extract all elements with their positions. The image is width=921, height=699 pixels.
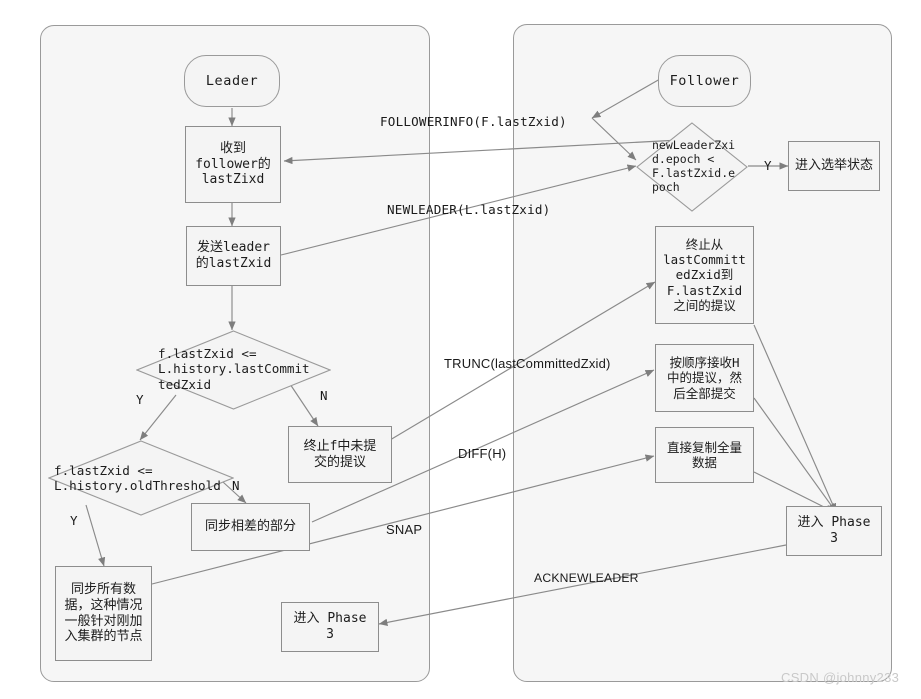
branch-label-leader-d2-no: N xyxy=(232,478,240,493)
edge-label-acknewleader: ACKNEWLEADER xyxy=(534,571,639,585)
node-enter-election-state[interactable]: 进入选举状态 xyxy=(788,141,880,191)
edge-label-diff: DIFF(H) xyxy=(458,446,507,461)
node-receive-h-commit-all[interactable]: 按顺序接收H 中的提议，然 后全部提交 xyxy=(655,344,754,412)
edge-label-snap: SNAP xyxy=(386,522,423,537)
branch-label-leader-d1-yes: Y xyxy=(136,392,144,407)
node-send-leader-zxid[interactable]: 发送leader 的lastZxid xyxy=(186,226,281,286)
node-sync-difference[interactable]: 同步相差的部分 xyxy=(191,503,310,551)
node-follower-enter-phase3[interactable]: 进入 Phase 3 xyxy=(786,506,882,556)
edge-label-trunc: TRUNC(lastCommittedZxid) xyxy=(444,356,611,371)
terminator-leader-label: Leader xyxy=(205,73,259,89)
terminator-leader: Leader xyxy=(184,55,280,107)
watermark: CSDN @johnny233 xyxy=(781,670,900,685)
branch-label-follower-d1-yes: Y xyxy=(764,158,772,173)
terminator-follower: Follower xyxy=(658,55,751,107)
decision-newleader-epoch[interactable]: newLeaderZxi d.epoch < F.lastZxid.e poch xyxy=(636,122,748,212)
edge-label-followerinfo: FOLLOWERINFO(F.lastZxid) xyxy=(380,114,567,129)
decision-lastcommittedzxid-label: f.lastZxid <= L.history.lastCommit tedZx… xyxy=(158,346,310,392)
node-sync-all-data[interactable]: 同步所有数 据，这种情况 一般针对刚加 入集群的节点 xyxy=(55,566,152,661)
branch-label-leader-d2-yes: Y xyxy=(70,513,78,528)
flowchart-canvas: Leader 收到 follower的 lastZixd 发送leader 的l… xyxy=(0,0,921,699)
terminator-follower-label: Follower xyxy=(669,73,740,89)
node-abort-uncommitted-proposals[interactable]: 终止f中未提 交的提议 xyxy=(288,426,392,483)
node-abort-zxid-range[interactable]: 终止从 lastCommitt edZxid到 F.lastZxid 之间的提议 xyxy=(655,226,754,324)
node-receive-follower-info[interactable]: 收到 follower的 lastZixd xyxy=(185,126,281,203)
branch-label-leader-d1-no: N xyxy=(320,388,328,403)
edge-label-newleader: NEWLEADER(L.lastZxid) xyxy=(387,202,551,217)
node-leader-enter-phase3[interactable]: 进入 Phase 3 xyxy=(281,602,379,652)
decision-newleader-epoch-label: newLeaderZxi d.epoch < F.lastZxid.e poch xyxy=(652,138,736,194)
node-copy-full-data[interactable]: 直接复制全量 数据 xyxy=(655,427,754,483)
decision-lastcommittedzxid[interactable]: f.lastZxid <= L.history.lastCommit tedZx… xyxy=(136,330,331,410)
